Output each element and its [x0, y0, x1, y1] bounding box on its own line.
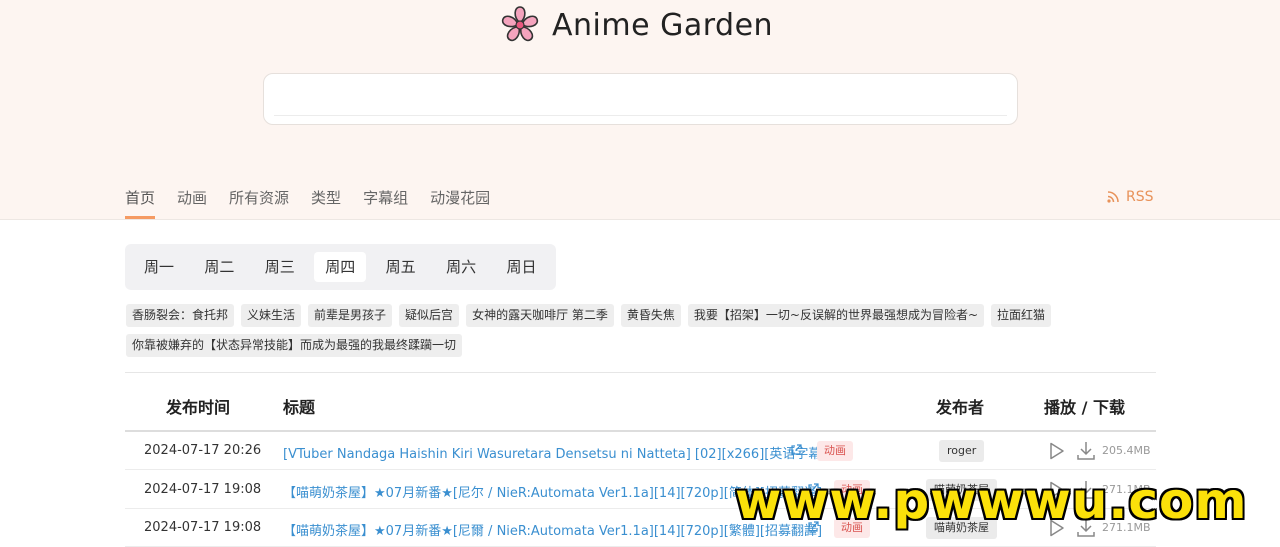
- external-link-icon[interactable]: [790, 444, 802, 456]
- search-underline: [274, 115, 1007, 116]
- site-watermark: www.pwwwu.com: [735, 472, 1248, 530]
- tab-thursday[interactable]: 周四: [314, 252, 367, 282]
- anime-tag[interactable]: 义妹生活: [241, 304, 302, 327]
- weekday-tabs: 周一 周二 周三 周四 周五 周六 周日: [125, 244, 556, 290]
- tab-friday[interactable]: 周五: [375, 252, 427, 282]
- anime-tag[interactable]: 香肠裂会：食托邦: [126, 304, 235, 327]
- type-badge[interactable]: 动画: [817, 441, 853, 461]
- anime-tag[interactable]: 我要【招架】一切~反误解的世界最强想成为冒险者~: [687, 304, 985, 327]
- rss-label: RSS: [1126, 189, 1154, 205]
- nav-item-fansubs[interactable]: 字幕组: [363, 186, 408, 219]
- publisher-badge[interactable]: roger: [939, 440, 985, 462]
- nav-item-anime[interactable]: 动画: [177, 186, 207, 219]
- search-box[interactable]: [263, 73, 1018, 125]
- rss-icon: [1107, 191, 1119, 203]
- file-size: 205.4MB: [1102, 444, 1151, 457]
- nav-item-types[interactable]: 类型: [311, 186, 341, 219]
- table-top-border: [125, 372, 1156, 373]
- anime-tag[interactable]: 你靠被嫌弃的【状态异常技能】而成为最强的我最终蹂躏一切: [126, 334, 463, 357]
- rss-link[interactable]: RSS: [1106, 189, 1154, 205]
- brand-title: Anime Garden: [552, 7, 774, 43]
- header-play-download: 播放 / 下载: [1044, 398, 1125, 417]
- download-icon[interactable]: [1075, 440, 1097, 462]
- tab-sunday[interactable]: 周日: [496, 252, 548, 282]
- anime-tag[interactable]: 疑似后宫: [399, 304, 460, 327]
- nav-divider: [0, 219, 1280, 220]
- tab-saturday[interactable]: 周六: [435, 252, 487, 282]
- header-time: 发布时间: [166, 398, 231, 417]
- anime-tag-list: 香肠裂会：食托邦 义妹生活 前辈是男孩子 疑似后宫 女神的露天咖啡厅 第二季 黄…: [126, 304, 1056, 357]
- row-date: 2024-07-17 19:08: [144, 482, 262, 497]
- search-input[interactable]: [278, 84, 998, 112]
- cherry-blossom-icon: [501, 6, 539, 42]
- anime-tag[interactable]: 前辈是男孩子: [308, 304, 393, 327]
- main-nav: 首页 动画 所有资源 类型 字幕组 动漫花园: [125, 186, 490, 219]
- table-header: 发布时间 标题 发布者 播放 / 下载: [125, 388, 1156, 424]
- tab-monday[interactable]: 周一: [133, 252, 185, 282]
- tab-tuesday[interactable]: 周二: [193, 252, 245, 282]
- nav-item-dmhy[interactable]: 动漫花园: [430, 186, 490, 219]
- anime-tag[interactable]: 女神的露天咖啡厅 第二季: [466, 304, 614, 327]
- row-date: 2024-07-17 20:26: [144, 443, 262, 458]
- table-row: 2024-07-17 20:26 [VTuber Nandaga Haishin…: [125, 432, 1156, 470]
- header-publisher: 发布者: [936, 398, 985, 417]
- play-icon[interactable]: [1047, 441, 1067, 461]
- row-date: 2024-07-17 19:08: [144, 520, 262, 535]
- anime-tag[interactable]: 黄昏失焦: [620, 304, 681, 327]
- logo[interactable]: Anime Garden: [500, 4, 773, 46]
- anime-tag[interactable]: 拉面红猫: [991, 304, 1052, 327]
- row-title-link[interactable]: [VTuber Nandaga Haishin Kiri Wasuretara …: [283, 443, 823, 462]
- nav-item-home[interactable]: 首页: [125, 186, 156, 219]
- tab-wednesday[interactable]: 周三: [254, 252, 306, 282]
- header-title: 标题: [283, 398, 316, 417]
- nav-item-all-resources[interactable]: 所有资源: [229, 186, 289, 219]
